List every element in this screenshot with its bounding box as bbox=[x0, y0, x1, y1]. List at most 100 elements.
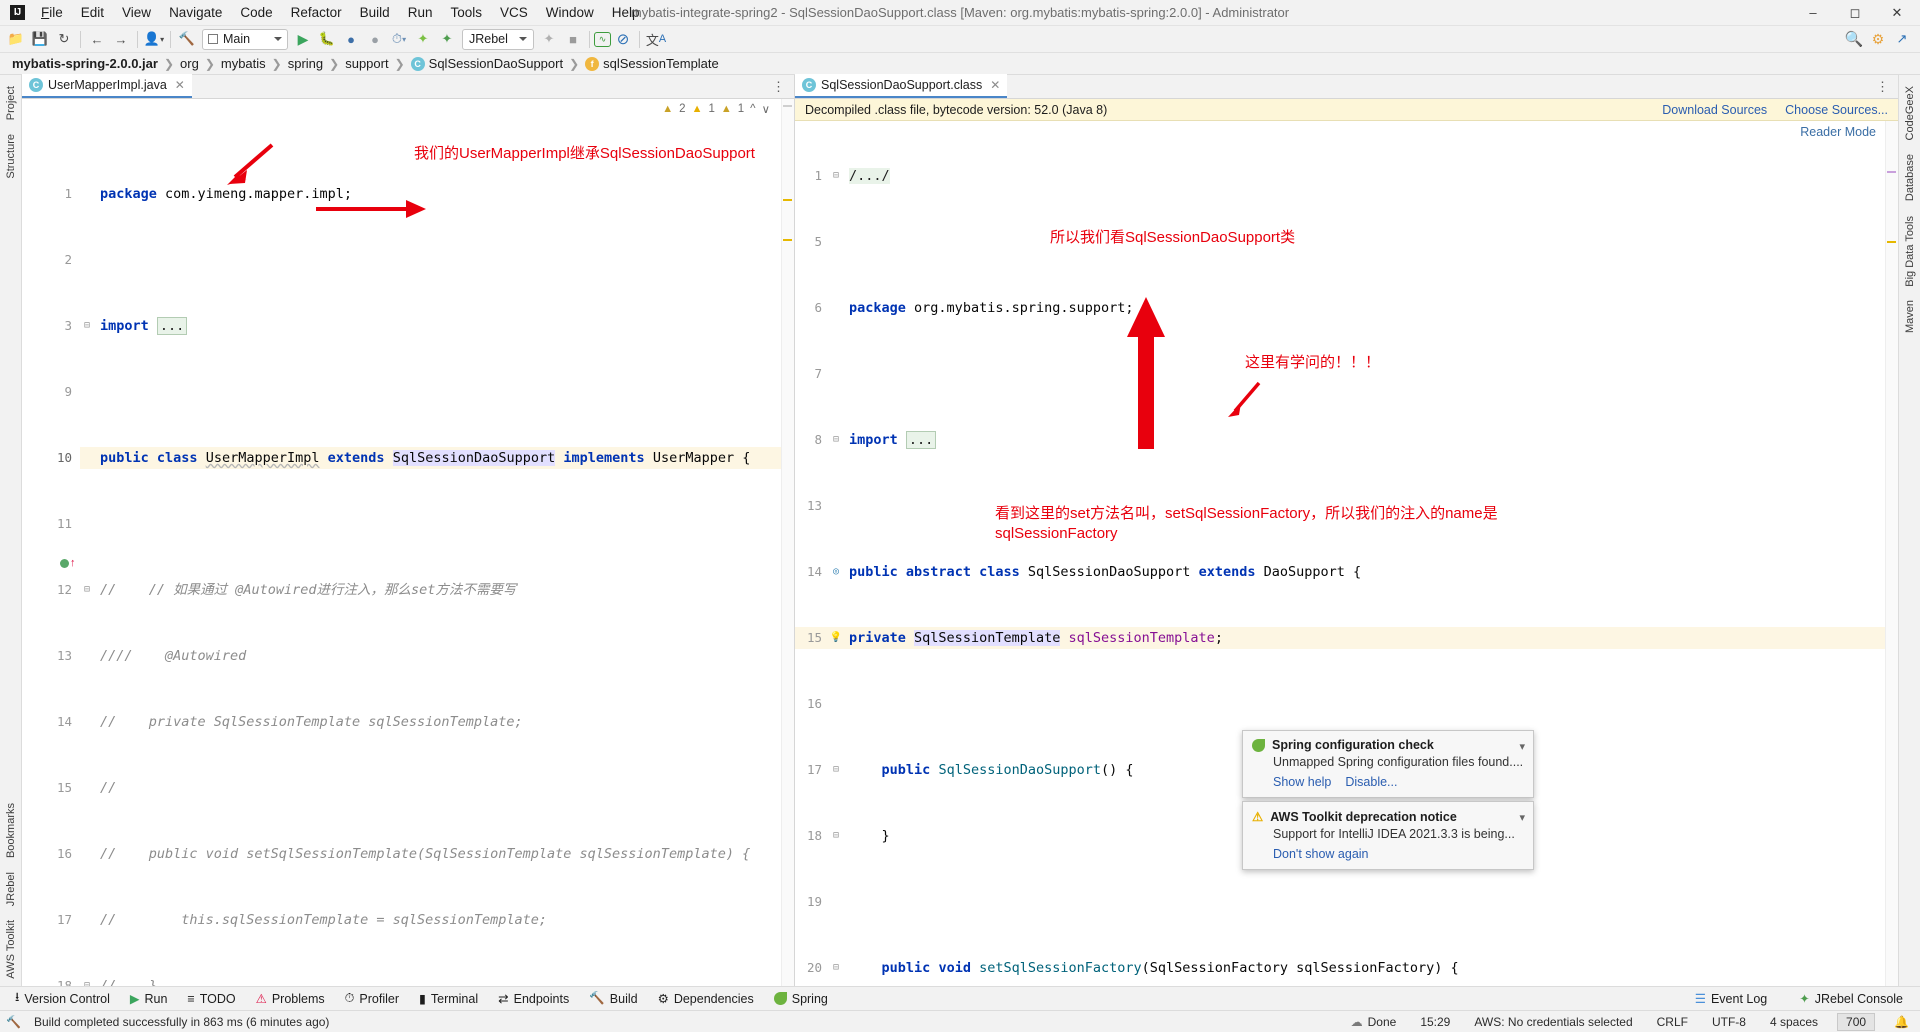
download-sources-link[interactable]: Download Sources bbox=[1662, 103, 1767, 117]
breadcrumb-item-spring[interactable]: spring bbox=[284, 55, 327, 72]
breadcrumb-item-org[interactable]: org bbox=[176, 55, 203, 72]
menu-navigate[interactable]: Navigate bbox=[160, 2, 231, 23]
prev-problem-icon[interactable]: ^ bbox=[750, 103, 755, 115]
maximize-button[interactable]: ◻ bbox=[1834, 0, 1876, 26]
fold-collapse-icon[interactable]: ⊟ bbox=[829, 759, 843, 781]
run-configuration-selector[interactable]: Main bbox=[202, 28, 288, 50]
reader-mode-label[interactable]: Reader Mode bbox=[1800, 125, 1876, 139]
menu-code[interactable]: Code bbox=[231, 2, 281, 23]
menu-build[interactable]: Build bbox=[351, 2, 399, 23]
disable-link[interactable]: Disable... bbox=[1345, 775, 1397, 789]
translate-icon[interactable]: 文A bbox=[644, 28, 668, 51]
forward-icon[interactable]: → bbox=[109, 28, 133, 51]
tool-window-run[interactable]: ▶ Run bbox=[121, 989, 177, 1008]
jrebel-selector[interactable]: JRebel bbox=[462, 28, 534, 50]
tool-window-project[interactable]: Project bbox=[2, 79, 20, 127]
tool-window-dependencies[interactable]: ⚙ Dependencies bbox=[649, 989, 763, 1008]
attach-icon[interactable]: ✦ bbox=[537, 28, 561, 51]
profiler-icon[interactable]: ● bbox=[363, 28, 387, 51]
menu-help[interactable]: Help bbox=[603, 2, 649, 23]
chevron-down-icon[interactable]: ▾ bbox=[1519, 811, 1525, 824]
tool-window-bookmarks[interactable]: Bookmarks bbox=[2, 796, 20, 865]
left-code-area[interactable]: ▲ 2 ▲ 1 ▲ 1 ^ ∨ 1 package com.yimeng.map… bbox=[22, 99, 794, 986]
monitor-icon[interactable]: ∿ bbox=[594, 31, 611, 47]
tool-window-jrebel-console[interactable]: ✦ JRebel Console bbox=[1790, 989, 1912, 1008]
menu-vcs[interactable]: VCS bbox=[491, 2, 537, 23]
breadcrumb-item-field[interactable]: f sqlSessionTemplate bbox=[581, 55, 723, 72]
tool-window-terminal[interactable]: ▮ Terminal bbox=[410, 989, 487, 1008]
close-icon[interactable]: ✕ bbox=[990, 78, 1000, 92]
status-notifications-icon[interactable]: 🔔 bbox=[1889, 1013, 1914, 1031]
tool-window-bigdatatools[interactable]: Big Data Tools bbox=[1901, 209, 1919, 294]
choose-sources-link[interactable]: Choose Sources... bbox=[1785, 103, 1888, 117]
fold-expand-icon[interactable]: ⊟ bbox=[829, 165, 843, 187]
fold-expand-icon[interactable]: ⊟ bbox=[80, 315, 94, 337]
status-done[interactable]: ☁ Done bbox=[1346, 1013, 1402, 1031]
tool-window-build[interactable]: 🔨 Build bbox=[580, 989, 646, 1008]
menu-tools[interactable]: Tools bbox=[441, 2, 491, 23]
fold-collapse-icon[interactable]: ⊟ bbox=[829, 957, 843, 979]
no-entry-icon[interactable]: ⊘ bbox=[611, 28, 635, 51]
tool-window-codegeex[interactable]: CodeGeeX bbox=[1901, 79, 1919, 147]
menu-view[interactable]: View bbox=[113, 2, 160, 23]
status-aws[interactable]: AWS: No credentials selected bbox=[1469, 1013, 1637, 1031]
status-indent[interactable]: 4 spaces bbox=[1765, 1013, 1823, 1031]
aws-toolkit-popup[interactable]: ⚠ AWS Toolkit deprecation notice Support… bbox=[1242, 801, 1534, 870]
status-encoding[interactable]: UTF-8 bbox=[1707, 1013, 1751, 1031]
intention-bulb-icon[interactable]: 💡 bbox=[829, 627, 843, 649]
tab-options-icon[interactable]: ⋮ bbox=[1876, 79, 1898, 98]
dont-show-again-link[interactable]: Don't show again bbox=[1273, 847, 1369, 861]
run-with-coverage-icon[interactable]: ● bbox=[339, 28, 363, 51]
tool-window-problems[interactable]: ⚠ Problems bbox=[247, 989, 334, 1008]
settings-gear-icon[interactable]: ⚙ bbox=[1866, 28, 1890, 51]
tool-window-event-log[interactable]: ☰ Event Log bbox=[1686, 989, 1777, 1008]
back-icon[interactable]: ← bbox=[85, 28, 109, 51]
build-hammer-icon[interactable]: 🔨 bbox=[175, 28, 199, 51]
left-marker-strip[interactable] bbox=[781, 99, 794, 986]
menu-window[interactable]: Window bbox=[537, 2, 603, 23]
breadcrumb-item-support[interactable]: support bbox=[341, 55, 392, 72]
sync-icon[interactable]: ↻ bbox=[52, 28, 76, 51]
tool-window-endpoints[interactable]: ⇄ Endpoints bbox=[489, 989, 578, 1008]
tab-options-icon[interactable]: ⋮ bbox=[772, 79, 794, 98]
right-marker-strip[interactable] bbox=[1885, 121, 1898, 986]
breadcrumb-item-mybatis[interactable]: mybatis bbox=[217, 55, 270, 72]
menu-refactor[interactable]: Refactor bbox=[282, 2, 351, 23]
spring-config-popup[interactable]: Spring configuration check Unmapped Spri… bbox=[1242, 730, 1534, 798]
tool-window-structure[interactable]: Structure bbox=[2, 127, 20, 186]
fold-collapse-icon[interactable]: ⊟ bbox=[829, 825, 843, 847]
menu-run[interactable]: Run bbox=[399, 2, 442, 23]
tab-user-mapper-impl[interactable]: C UserMapperImpl.java ✕ bbox=[22, 74, 192, 98]
run-icon[interactable]: ▶ bbox=[291, 28, 315, 51]
fold-expand-icon[interactable]: ⊟ bbox=[829, 429, 843, 451]
tab-sql-session-dao-support[interactable]: C SqlSessionDaoSupport.class ✕ bbox=[795, 74, 1008, 98]
tool-window-profiler[interactable]: ⏱ Profiler bbox=[336, 989, 408, 1008]
status-memory[interactable]: 700 bbox=[1837, 1012, 1876, 1031]
chevron-down-icon[interactable]: ▾ bbox=[1519, 740, 1525, 753]
jrebel-debug-icon[interactable]: ✦ bbox=[435, 28, 459, 51]
save-icon[interactable]: 💾 bbox=[28, 28, 52, 51]
debug-icon[interactable]: 🐛 bbox=[315, 28, 339, 51]
fold-collapse-icon[interactable]: ⊟ bbox=[80, 975, 94, 986]
expand-icon[interactable]: ↗ bbox=[1890, 28, 1914, 51]
run-dashboard-icon[interactable]: ⏱ ▾ bbox=[387, 28, 411, 51]
tool-window-maven[interactable]: Maven bbox=[1901, 293, 1919, 340]
close-icon[interactable]: ✕ bbox=[175, 78, 185, 92]
next-problem-icon[interactable]: ∨ bbox=[762, 102, 770, 116]
left-inspection-widget[interactable]: ▲ 2 ▲ 1 ▲ 1 ^ ∨ bbox=[662, 99, 778, 119]
implementation-marker-icon[interactable]: ◎ bbox=[829, 561, 843, 583]
close-button[interactable]: ✕ bbox=[1876, 0, 1918, 26]
stop-icon[interactable]: ■ bbox=[561, 28, 585, 51]
show-help-link[interactable]: Show help bbox=[1273, 775, 1331, 789]
tool-window-spring[interactable]: Spring bbox=[765, 990, 837, 1008]
tool-window-jrebel[interactable]: JRebel bbox=[2, 865, 20, 913]
user-icon[interactable]: 👤 ▾ bbox=[142, 28, 166, 51]
fold-collapse-icon[interactable]: ⊟ bbox=[80, 579, 94, 601]
menu-file[interactable]: File bbox=[32, 2, 72, 23]
breadcrumb-item-class[interactable]: C SqlSessionDaoSupport bbox=[407, 55, 567, 72]
tool-window-todo[interactable]: ≡ TODO bbox=[178, 990, 244, 1008]
open-folder-icon[interactable]: 📁 bbox=[4, 28, 28, 51]
tool-window-aws-toolkit[interactable]: AWS Toolkit bbox=[2, 913, 20, 986]
breadcrumb-item-jar[interactable]: mybatis-spring-2.0.0.jar bbox=[8, 55, 162, 72]
status-line-separator[interactable]: CRLF bbox=[1652, 1013, 1693, 1031]
